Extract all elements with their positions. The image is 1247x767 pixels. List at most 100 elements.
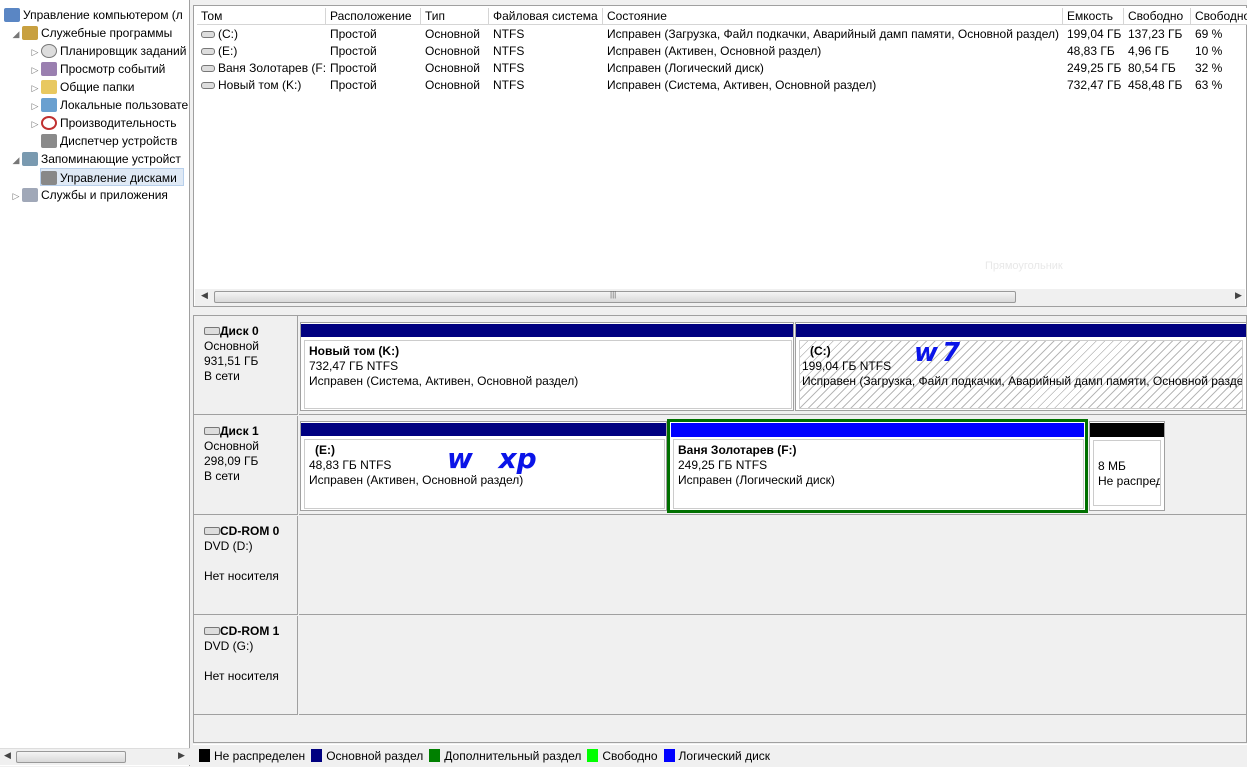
table-cell: 137,23 ГБ (1124, 26, 1191, 43)
cell-text: 48,83 ГБ (1067, 44, 1115, 58)
cell-text: 32 % (1195, 61, 1223, 75)
table-cell: Основной (421, 60, 489, 77)
scroll-left-icon[interactable]: ◀ (201, 290, 208, 301)
partition-size: 199,04 ГБ NTFS (802, 359, 892, 373)
disk-status: Нет носителя (204, 569, 279, 583)
legend-label: Свободно (602, 749, 658, 763)
tree-item-storage[interactable]: ◢ Запоминающие устройст (10, 150, 181, 168)
partition-state: Исправен (Активен, Основной раздел) (309, 473, 524, 487)
disk-1-label[interactable]: Диск 1 Основной 298,09 ГБ В сети (194, 416, 298, 515)
disk-0-partitions: Новый том (K:) 732,47 ГБ NTFS Исправен (… (299, 316, 1247, 415)
legend-item: Свободно (587, 745, 658, 767)
partition-c[interactable]: (C:) 199,04 ГБ NTFS Исправен (Загрузка, … (795, 322, 1247, 411)
cd-drive-icon (204, 627, 220, 635)
table-cell: 63 % (1191, 77, 1247, 94)
collapsed-arrow-icon[interactable]: ▷ (29, 79, 41, 96)
services-icon (22, 188, 38, 202)
column-header-filesystem[interactable]: Файловая система (489, 8, 603, 25)
collapsed-arrow-icon[interactable]: ▷ (29, 115, 41, 132)
scrollbar-thumb[interactable] (16, 751, 126, 763)
disk-type: DVD (G:) (204, 639, 254, 653)
cdrom-1-label[interactable]: CD-ROM 1 DVD (G:) Нет носителя (194, 616, 298, 715)
tree-label: Запоминающие устройст (41, 152, 181, 166)
disk-0-label[interactable]: Диск 0 Основной 931,51 ГБ В сети (194, 316, 298, 415)
disk-status: В сети (204, 469, 240, 483)
table-cell: Простой (326, 77, 421, 94)
disk-size: 298,09 ГБ (204, 454, 259, 468)
partition-title: Ваня Золотарев (F:) (678, 443, 797, 457)
tree-root-computer-management[interactable]: Управление компьютером (л (4, 6, 183, 24)
tree-item-device-manager[interactable]: Диспетчер устройств (29, 132, 177, 150)
cell-text: 249,25 ГБ (1067, 61, 1122, 75)
unallocated-space[interactable]: 8 МБ Не распределен (1089, 421, 1165, 511)
legend-item: Логический диск (663, 745, 771, 767)
disk-name: CD-ROM 0 (220, 524, 280, 538)
primary-partition-bar (301, 423, 666, 436)
partition-title: (E:) (315, 443, 335, 457)
table-cell: Новый том (K:) (197, 77, 326, 94)
legend-label: Логический диск (678, 749, 771, 763)
collapsed-arrow-icon[interactable]: ▷ (29, 43, 41, 60)
disk-1-partitions: (E:) 48,83 ГБ NTFS Исправен (Активен, Ос… (299, 416, 1246, 515)
collapsed-arrow-icon[interactable]: ▷ (29, 61, 41, 78)
cell-text: NTFS (493, 78, 525, 92)
list-horizontal-scrollbar[interactable]: ◀ ||| ▶ (195, 289, 1245, 306)
disk-management-icon (41, 171, 57, 185)
column-header-free[interactable]: Свободно (1124, 8, 1191, 25)
table-cell: 48,83 ГБ (1063, 43, 1124, 60)
column-header-free-percent[interactable]: Свободно (1191, 8, 1247, 25)
collapsed-arrow-icon[interactable]: ▷ (10, 187, 22, 204)
tree-label: Служебные программы (41, 26, 173, 40)
expanded-arrow-icon[interactable]: ◢ (10, 25, 22, 42)
column-header-type[interactable]: Тип (421, 8, 489, 25)
legend-item: Основной раздел (311, 745, 423, 767)
cell-text: NTFS (493, 27, 525, 41)
tree-item-shared-folders[interactable]: ▷ Общие папки (29, 78, 134, 96)
cell-text: Ваня Золотарев (F:) (218, 61, 326, 75)
tree-item-task-scheduler[interactable]: ▷ Планировщик заданий (29, 42, 186, 60)
disk-name: Диск 0 (220, 324, 259, 338)
partition-k[interactable]: Новый том (K:) 732,47 ГБ NTFS Исправен (… (300, 322, 794, 411)
tree-item-event-viewer[interactable]: ▷ Просмотр событий (29, 60, 165, 78)
cell-text: 458,48 ГБ (1128, 78, 1183, 92)
partition-state: Исправен (Загрузка, Файл подкачки, Авари… (802, 374, 1243, 388)
table-cell: 69 % (1191, 26, 1247, 43)
scrollbar-thumb[interactable]: ||| (214, 290, 1016, 303)
partition-state: Исправен (Логический диск) (678, 473, 835, 487)
column-header-volume[interactable]: Том (197, 8, 326, 25)
table-cell: Простой (326, 60, 421, 77)
computer-icon (4, 8, 20, 22)
column-header-capacity[interactable]: Емкость (1063, 8, 1124, 25)
table-cell: 10 % (1191, 43, 1247, 60)
table-cell: 80,54 ГБ (1124, 60, 1191, 77)
expanded-arrow-icon[interactable]: ◢ (10, 151, 22, 168)
cell-text: NTFS (493, 61, 525, 75)
table-cell: Основной (421, 77, 489, 94)
tree-item-services-apps[interactable]: ▷ Службы и приложения (10, 186, 168, 204)
table-cell: Основной (421, 43, 489, 60)
cdrom-0-area (299, 516, 1246, 615)
tree-item-performance[interactable]: ▷ Производительность (29, 114, 176, 132)
cdrom-0-label[interactable]: CD-ROM 0 DVD (D:) Нет носителя (194, 516, 298, 615)
tree-item-system-tools[interactable]: ◢ Служебные программы (10, 24, 172, 42)
tree-horizontal-scrollbar[interactable]: ◀ ▶ (0, 748, 190, 765)
cell-text: 10 % (1195, 44, 1223, 58)
table-cell: NTFS (489, 77, 603, 94)
legend-item: Не распределен (199, 745, 305, 767)
column-header-layout[interactable]: Расположение (326, 8, 421, 25)
column-header-status[interactable]: Состояние (603, 8, 1063, 25)
scroll-right-icon[interactable]: ▶ (1235, 290, 1242, 301)
legend-label: Дополнительный раздел (444, 749, 582, 763)
partition-e[interactable]: (E:) 48,83 ГБ NTFS Исправен (Активен, Ос… (300, 421, 667, 511)
cell-text: 80,54 ГБ (1128, 61, 1176, 75)
table-cell: (C:) (197, 26, 326, 43)
volume-list: Том Расположение Тип Файловая система Со… (193, 5, 1247, 307)
extended-partition-f[interactable]: Ваня Золотарев (F:) 249,25 ГБ NTFS Испра… (667, 419, 1088, 513)
scroll-right-icon[interactable]: ▶ (178, 750, 185, 761)
collapsed-arrow-icon[interactable]: ▷ (29, 97, 41, 114)
table-cell: Простой (326, 26, 421, 43)
scroll-left-icon[interactable]: ◀ (4, 750, 11, 761)
cell-text: 199,04 ГБ (1067, 27, 1122, 41)
tree-item-local-users[interactable]: ▷ Локальные пользовате (29, 96, 188, 114)
tree-item-disk-management[interactable]: Управление дисками (40, 168, 184, 186)
